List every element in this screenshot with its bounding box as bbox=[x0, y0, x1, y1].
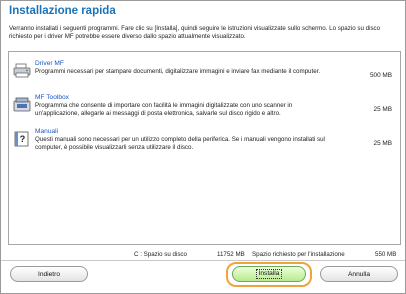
svg-text:?: ? bbox=[20, 134, 26, 144]
printer-icon bbox=[13, 63, 31, 79]
page-description: Verranno installati i seguenti programmi… bbox=[9, 25, 381, 40]
disk-free: 11752 MB bbox=[217, 251, 245, 258]
cancel-button-label: Annulla bbox=[348, 270, 370, 278]
program-size: 500 MB bbox=[369, 72, 392, 79]
back-button-label: Indietro bbox=[38, 270, 60, 278]
page-title: Installazione rapida bbox=[9, 5, 116, 17]
program-size: 25 MB bbox=[373, 140, 392, 147]
installer-window: Installazione rapida Verranno installati… bbox=[0, 0, 406, 294]
program-name: MF Toolbox bbox=[35, 94, 69, 101]
program-description: Questi manuali sono necessari per un uti… bbox=[35, 136, 325, 151]
required-space-value: 550 MB bbox=[375, 251, 397, 258]
program-description: Programma che consente di importare con … bbox=[35, 102, 293, 117]
required-space-label: Spazio richiesto per l'installazione bbox=[252, 251, 345, 258]
program-name: Manuali bbox=[35, 128, 59, 135]
cancel-button[interactable]: Annulla bbox=[320, 266, 398, 282]
program-list: Driver MF Programmi necessari per stampa… bbox=[8, 51, 401, 245]
program-description: Programmi necessari per stampare documen… bbox=[35, 68, 321, 75]
back-button[interactable]: Indietro bbox=[10, 266, 88, 282]
manual-icon: ? bbox=[13, 131, 31, 147]
disk-label: C : Spazio su disco bbox=[134, 251, 187, 258]
program-name: Driver MF bbox=[35, 60, 64, 67]
toolbox-icon bbox=[13, 97, 31, 113]
program-size: 25 MB bbox=[373, 106, 392, 113]
divider bbox=[1, 260, 405, 261]
install-button[interactable]: Installa bbox=[232, 266, 306, 282]
install-button-label: Installa bbox=[255, 269, 283, 279]
